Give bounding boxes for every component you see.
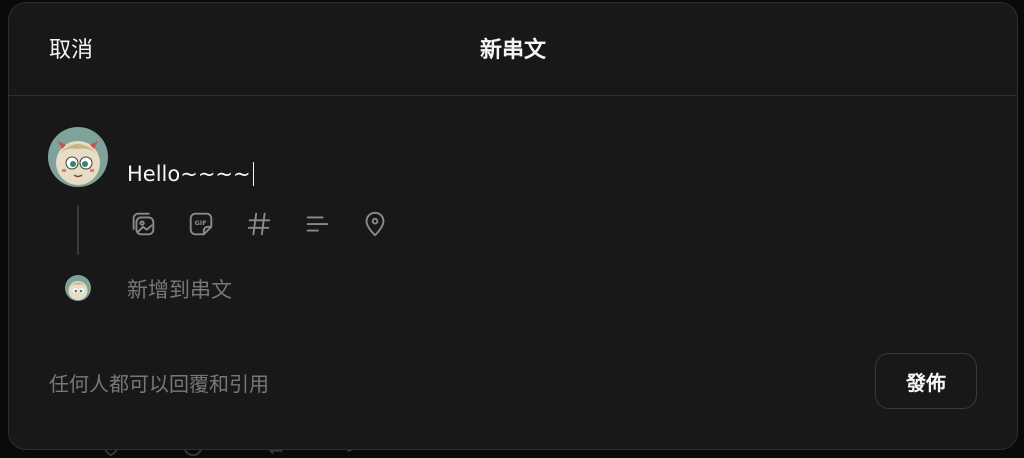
image-icon[interactable] — [127, 208, 159, 240]
avatar — [48, 127, 108, 187]
post-button[interactable]: 發佈 — [875, 353, 977, 409]
hashtag-icon[interactable] — [243, 208, 275, 240]
svg-text:GIF: GIF — [194, 219, 206, 227]
post-text-value: Hello~~~~ — [127, 162, 251, 186]
new-thread-dialog: 取消 新串文 Hello~~~~ GIF 新增到串文 任何人都可以回覆和引用 發… — [8, 2, 1018, 450]
poll-icon[interactable] — [301, 208, 333, 240]
thread-connector-line — [77, 205, 79, 255]
avatar-small — [65, 275, 91, 301]
dialog-title: 新串文 — [479, 38, 546, 63]
add-to-thread-button[interactable]: 新增到串文 — [127, 275, 232, 305]
text-caret — [252, 162, 255, 186]
composer-toolbar: GIF — [127, 208, 391, 240]
post-text-input[interactable]: Hello~~~~ — [127, 159, 255, 189]
location-icon[interactable] — [359, 208, 391, 240]
gif-icon[interactable]: GIF — [185, 208, 217, 240]
dialog-header: 取消 新串文 — [9, 3, 1017, 96]
reply-permission-setting[interactable]: 任何人都可以回覆和引用 — [49, 369, 269, 399]
